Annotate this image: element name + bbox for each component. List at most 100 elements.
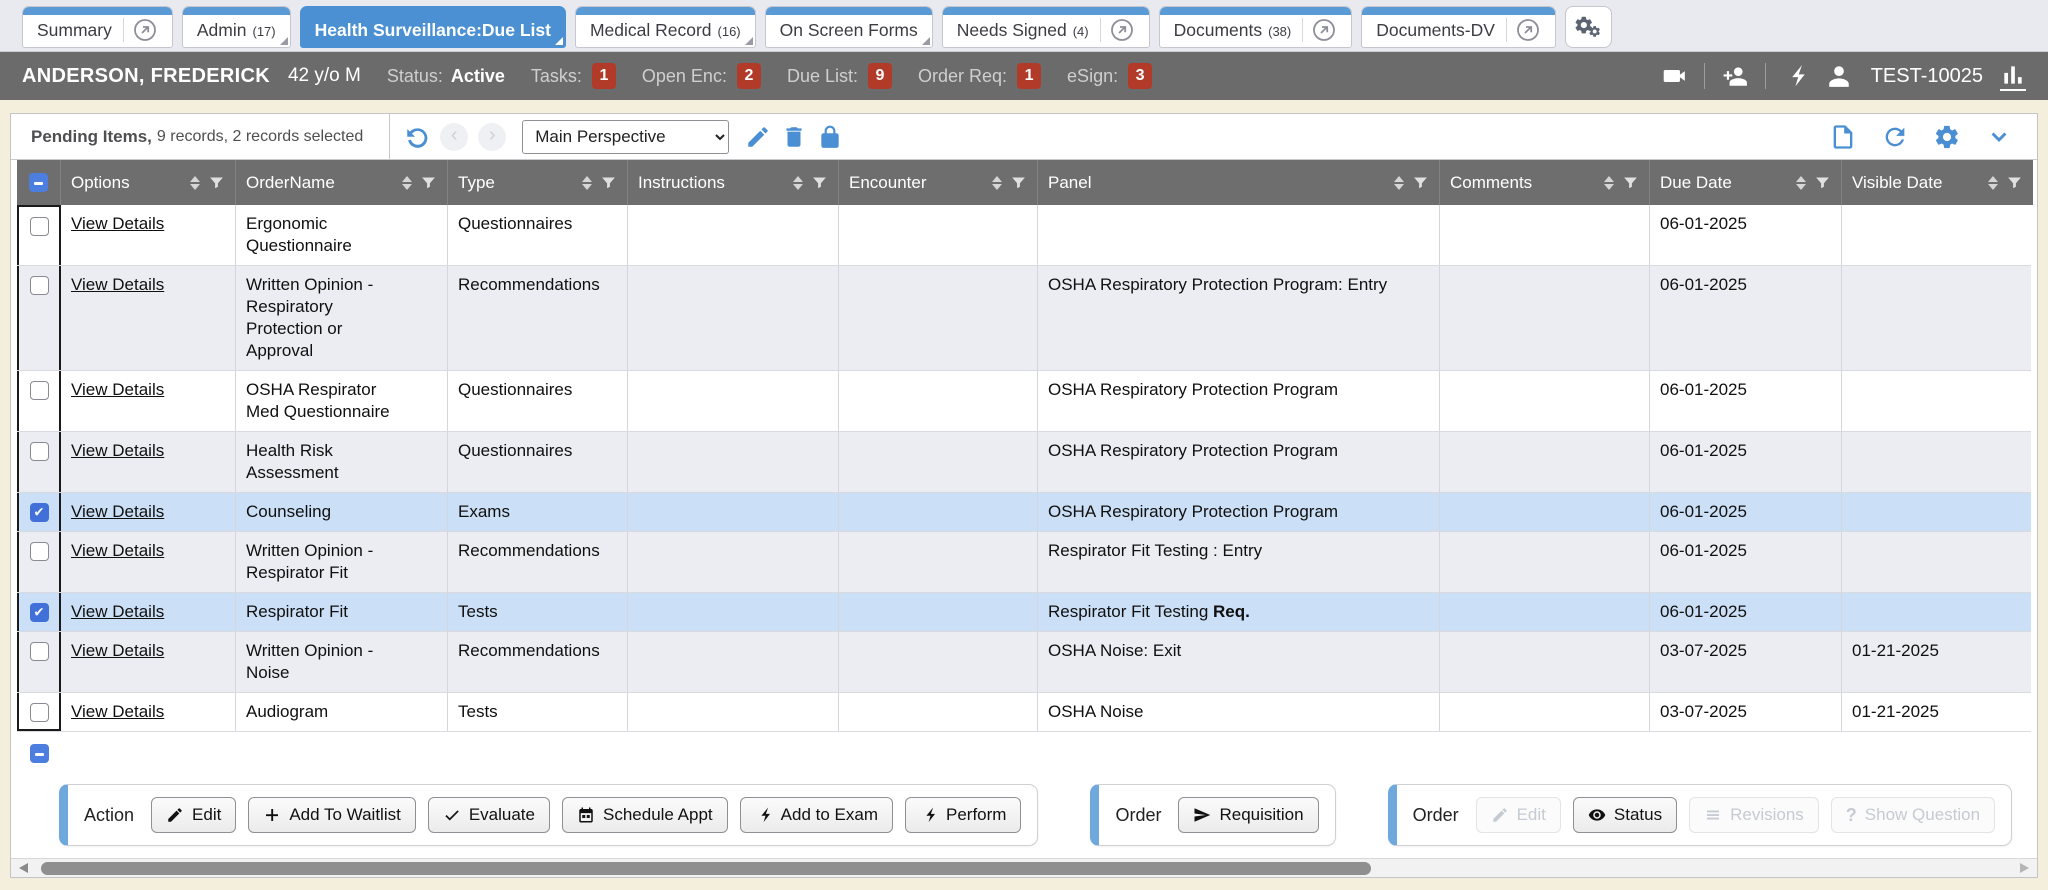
row-checkbox[interactable]	[30, 217, 49, 236]
row-checkbox[interactable]	[30, 603, 49, 622]
filter-icon[interactable]	[420, 174, 437, 191]
row-checkbox[interactable]	[30, 503, 49, 522]
sort-icon[interactable]	[190, 176, 200, 190]
filter-icon[interactable]	[1010, 174, 1027, 191]
collapse-chevron-icon[interactable]	[1985, 123, 2013, 151]
external-link-icon[interactable]	[1109, 17, 1135, 43]
row-checkbox[interactable]	[30, 703, 49, 722]
bolt-icon	[920, 806, 938, 824]
view-details-link[interactable]: View Details	[71, 641, 164, 660]
row-select-cell	[17, 693, 61, 731]
external-link-icon[interactable]	[132, 17, 158, 43]
scroll-left-arrow-icon[interactable]	[19, 863, 28, 873]
lock-icon[interactable]	[817, 124, 843, 150]
delete-trash-icon[interactable]	[781, 124, 807, 150]
select-all-checkbox[interactable]	[29, 173, 48, 192]
sort-icon[interactable]	[402, 176, 412, 190]
tab-needs-signed[interactable]: Needs Signed(4)	[942, 6, 1150, 48]
filter-icon[interactable]	[2006, 174, 2023, 191]
row-checkbox[interactable]	[30, 642, 49, 661]
sort-icon[interactable]	[992, 176, 1002, 190]
view-details-link[interactable]: View Details	[71, 275, 164, 294]
schedule-appt-button[interactable]: Schedule Appt	[562, 797, 728, 833]
page-prev-icon[interactable]: ‹	[440, 123, 468, 151]
sort-icon[interactable]	[1604, 176, 1614, 190]
header-icons	[1604, 174, 1639, 191]
grid-body: View DetailsErgonomic QuestionnaireQuest…	[17, 205, 2031, 732]
tab-settings-button[interactable]	[1565, 6, 1612, 48]
view-details-link[interactable]: View Details	[71, 702, 164, 721]
row-checkbox[interactable]	[30, 381, 49, 400]
column-header-instructions[interactable]: Instructions	[628, 160, 839, 205]
sort-icon[interactable]	[793, 176, 803, 190]
tab-summary[interactable]: Summary	[22, 6, 173, 48]
sort-icon[interactable]	[1988, 176, 1998, 190]
filter-icon[interactable]	[600, 174, 617, 191]
video-camera-icon[interactable]	[1661, 63, 1687, 89]
person-icon[interactable]	[1826, 63, 1852, 89]
filter-icon[interactable]	[1622, 174, 1639, 191]
tab-medical-record[interactable]: Medical Record(16)	[575, 6, 756, 48]
view-details-link[interactable]: View Details	[71, 214, 164, 233]
counter-label-open-enc: Open Enc:	[642, 66, 727, 87]
bolt-icon	[755, 806, 773, 824]
requisition-button[interactable]: Requisition	[1178, 797, 1318, 833]
filter-icon[interactable]	[1412, 174, 1429, 191]
evaluate-button[interactable]: Evaluate	[428, 797, 550, 833]
column-header-comments[interactable]: Comments	[1440, 160, 1650, 205]
encounter-cell	[839, 532, 1038, 592]
external-link-icon[interactable]	[1311, 17, 1337, 43]
new-page-icon[interactable]	[1829, 123, 1857, 151]
lightning-icon[interactable]	[1783, 63, 1809, 89]
tab-admin[interactable]: Admin(17)	[182, 6, 291, 48]
tab-health-surveillance-due-list[interactable]: Health Surveillance:Due List	[300, 6, 566, 48]
column-header-visible-date[interactable]: Visible Date	[1842, 160, 2033, 205]
row-checkbox[interactable]	[30, 276, 49, 295]
scrollbar-thumb[interactable]	[41, 862, 1371, 875]
due-date-cell: 03-07-2025	[1650, 693, 1842, 731]
edit-button[interactable]: Edit	[151, 797, 236, 833]
perform-button[interactable]: Perform	[905, 797, 1021, 833]
perspective-select[interactable]: Main Perspective	[522, 120, 729, 154]
sort-icon[interactable]	[1394, 176, 1404, 190]
column-header-ordername[interactable]: OrderName	[236, 160, 448, 205]
filter-icon[interactable]	[811, 174, 828, 191]
external-link-icon[interactable]	[1515, 17, 1541, 43]
sort-icon[interactable]	[1796, 176, 1806, 190]
view-details-link[interactable]: View Details	[71, 441, 164, 460]
column-header-encounter[interactable]: Encounter	[839, 160, 1038, 205]
column-header-panel[interactable]: Panel	[1038, 160, 1440, 205]
add-person-icon[interactable]	[1722, 63, 1748, 89]
button-label: Revisions	[1730, 805, 1804, 825]
tab-label: Summary	[37, 20, 112, 41]
bar-chart-icon[interactable]	[2000, 62, 2026, 91]
add-to-exam-button[interactable]: Add to Exam	[740, 797, 893, 833]
view-details-link[interactable]: View Details	[71, 602, 164, 621]
row-checkbox[interactable]	[30, 542, 49, 561]
undo-icon[interactable]	[404, 124, 430, 150]
page-next-icon[interactable]: ›	[478, 123, 506, 151]
encounter-cell	[839, 693, 1038, 731]
filter-icon[interactable]	[1814, 174, 1831, 191]
column-header-options[interactable]: Options	[61, 160, 236, 205]
type-cell: Questionnaires	[448, 432, 628, 492]
refresh-icon[interactable]	[1881, 123, 1909, 151]
view-details-link[interactable]: View Details	[71, 502, 164, 521]
add-to-waitlist-button[interactable]: Add To Waitlist	[248, 797, 416, 833]
tab-on-screen-forms[interactable]: On Screen Forms	[765, 6, 933, 48]
scroll-right-arrow-icon[interactable]	[2020, 863, 2029, 873]
tab-documents-dv[interactable]: Documents-DV	[1361, 6, 1556, 48]
column-header-due-date[interactable]: Due Date	[1650, 160, 1842, 205]
status-button[interactable]: Status	[1573, 797, 1677, 833]
view-details-link[interactable]: View Details	[71, 380, 164, 399]
tab-label: Documents-DV	[1376, 20, 1495, 41]
settings-gear-icon[interactable]	[1933, 123, 1961, 151]
sort-icon[interactable]	[582, 176, 592, 190]
view-details-link[interactable]: View Details	[71, 541, 164, 560]
tab-documents[interactable]: Documents(38)	[1159, 6, 1353, 48]
row-checkbox[interactable]	[30, 442, 49, 461]
filter-icon[interactable]	[208, 174, 225, 191]
column-header-type[interactable]: Type	[448, 160, 628, 205]
edit-pencil-icon[interactable]	[745, 124, 771, 150]
select-all-footer-checkbox[interactable]	[30, 744, 49, 763]
